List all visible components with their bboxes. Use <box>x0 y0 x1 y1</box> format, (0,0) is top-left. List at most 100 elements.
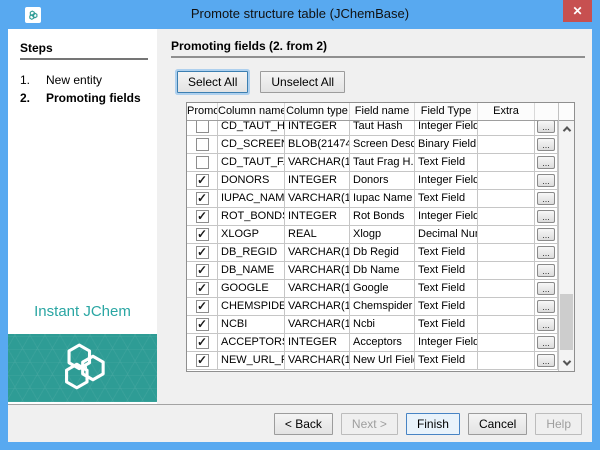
cell-field-name: Ncbi <box>350 316 415 333</box>
row-more-button[interactable]: ... <box>537 210 555 223</box>
cell-field-name: Rot Bonds <box>350 208 415 225</box>
promote-checkbox[interactable] <box>196 228 209 241</box>
cell-column-type: INTEGER <box>285 121 350 135</box>
promote-checkbox[interactable] <box>196 192 209 205</box>
cell-column-name: CD_SCREEN... <box>218 136 285 153</box>
cancel-button[interactable]: Cancel <box>468 413 527 435</box>
scroll-down-icon[interactable] <box>559 355 574 371</box>
window-title: Promote structure table (JChemBase) <box>0 6 600 21</box>
finish-button[interactable]: Finish <box>406 413 460 435</box>
row-more-button[interactable]: ... <box>537 156 555 169</box>
col-header-column-name[interactable]: Column name <box>218 103 285 120</box>
promote-checkbox[interactable] <box>196 138 209 151</box>
more-cell: ... <box>535 298 558 315</box>
table-row[interactable]: DONORS INTEGER Donors Integer Field ... <box>187 172 558 190</box>
row-more-button[interactable]: ... <box>537 174 555 187</box>
scrollbar-thumb[interactable] <box>560 294 573 350</box>
row-more-button[interactable]: ... <box>537 192 555 205</box>
col-header-column-type[interactable]: Column type <box>285 103 350 120</box>
table-row[interactable]: NCBI VARCHAR(1... Ncbi Text Field ... <box>187 316 558 334</box>
promote-checkbox[interactable] <box>196 246 209 259</box>
row-more-button[interactable]: ... <box>537 228 555 241</box>
promote-checkbox[interactable] <box>196 174 209 187</box>
cell-field-name: Donors <box>350 172 415 189</box>
promote-checkbox[interactable] <box>196 300 209 313</box>
scroll-up-icon[interactable] <box>559 121 574 137</box>
cell-field-type: Binary Field <box>415 136 478 153</box>
cell-column-type: VARCHAR(1... <box>285 298 350 315</box>
row-more-button[interactable]: ... <box>537 318 555 331</box>
close-icon[interactable]: ✕ <box>563 0 592 22</box>
cell-field-name: Db Regid <box>350 244 415 261</box>
promote-checkbox[interactable] <box>196 354 209 367</box>
cell-extra <box>478 316 535 333</box>
select-all-button[interactable]: Select All <box>177 71 248 93</box>
cell-column-name: DONORS <box>218 172 285 189</box>
cell-extra <box>478 298 535 315</box>
table-row[interactable]: ROT_BONDS INTEGER Rot Bonds Integer Fiel… <box>187 208 558 226</box>
brand-text: Instant JChem <box>8 303 157 320</box>
row-more-button[interactable]: ... <box>537 300 555 313</box>
cell-field-type: Integer Field <box>415 121 478 135</box>
cell-field-type: Text Field <box>415 298 478 315</box>
table-row[interactable]: GOOGLE VARCHAR(1... Google Text Field ..… <box>187 280 558 298</box>
cell-field-type: Text Field <box>415 190 478 207</box>
more-cell: ... <box>535 190 558 207</box>
cell-column-name: CD_TAUT_H... <box>218 121 285 135</box>
row-more-button[interactable]: ... <box>537 282 555 295</box>
table-row[interactable]: XLOGP REAL Xlogp Decimal Num... ... <box>187 226 558 244</box>
col-header-field-name[interactable]: Field name <box>350 103 415 120</box>
more-cell: ... <box>535 280 558 297</box>
scrollbar-track[interactable] <box>559 121 574 371</box>
row-more-button[interactable]: ... <box>537 138 555 151</box>
promote-checkbox[interactable] <box>196 318 209 331</box>
col-header-field-type[interactable]: Field Type <box>415 103 478 120</box>
row-more-button[interactable]: ... <box>537 246 555 259</box>
table-row[interactable]: ACCEPTORS INTEGER Acceptors Integer Fiel… <box>187 334 558 352</box>
cell-field-name: Xlogp <box>350 226 415 243</box>
row-more-button[interactable]: ... <box>537 121 555 133</box>
cell-column-type: VARCHAR(1... <box>285 316 350 333</box>
unselect-all-button[interactable]: Unselect All <box>260 71 345 93</box>
col-header-promote[interactable]: Promote <box>187 103 218 120</box>
promote-checkbox[interactable] <box>196 282 209 295</box>
promote-cell <box>187 172 218 189</box>
table-row[interactable]: CD_TAUT_H... INTEGER Taut Hash Integer F… <box>187 121 558 136</box>
promote-checkbox[interactable] <box>196 264 209 277</box>
promote-cell <box>187 298 218 315</box>
cell-column-type: INTEGER <box>285 208 350 225</box>
row-more-button[interactable]: ... <box>537 354 555 367</box>
promote-checkbox[interactable] <box>196 156 209 169</box>
cell-column-name: NEW_URL_FI... <box>218 352 285 369</box>
more-cell: ... <box>535 121 558 135</box>
next-button: Next > <box>341 413 398 435</box>
table-row[interactable]: IUPAC_NAME VARCHAR(1... Iupac Name Text … <box>187 190 558 208</box>
more-cell: ... <box>535 172 558 189</box>
cell-column-name: CD_TAUT_F... <box>218 154 285 171</box>
row-more-button[interactable]: ... <box>537 264 555 277</box>
table-row[interactable]: NEW_URL_FI... VARCHAR(1... New Url Field… <box>187 352 558 370</box>
table-scrollbar[interactable] <box>558 103 574 371</box>
table-row[interactable]: CD_TAUT_F... VARCHAR(1... Taut Frag H...… <box>187 154 558 172</box>
more-cell: ... <box>535 136 558 153</box>
table-row[interactable]: CD_SCREEN... BLOB(21474... Screen Desc..… <box>187 136 558 154</box>
cell-column-name: ROT_BONDS <box>218 208 285 225</box>
table-row[interactable]: DB_NAME VARCHAR(1... Db Name Text Field … <box>187 262 558 280</box>
table-row[interactable]: CHEMSPIDER VARCHAR(1... Chemspider Text … <box>187 298 558 316</box>
step-new-entity[interactable]: 1. New entity <box>8 71 157 89</box>
cell-field-type: Integer Field <box>415 208 478 225</box>
row-more-button[interactable]: ... <box>537 336 555 349</box>
cell-column-type: VARCHAR(1... <box>285 154 350 171</box>
cell-extra <box>478 352 535 369</box>
step-promoting-fields[interactable]: 2. Promoting fields <box>8 89 157 107</box>
cell-column-name: GOOGLE <box>218 280 285 297</box>
more-cell: ... <box>535 154 558 171</box>
promote-cell <box>187 244 218 261</box>
promote-checkbox[interactable] <box>196 121 209 133</box>
col-header-extra[interactable]: Extra <box>478 103 535 120</box>
promote-checkbox[interactable] <box>196 336 209 349</box>
step-label: New entity <box>46 73 102 87</box>
back-button[interactable]: < Back <box>274 413 333 435</box>
table-row[interactable]: DB_REGID VARCHAR(1... Db Regid Text Fiel… <box>187 244 558 262</box>
promote-checkbox[interactable] <box>196 210 209 223</box>
